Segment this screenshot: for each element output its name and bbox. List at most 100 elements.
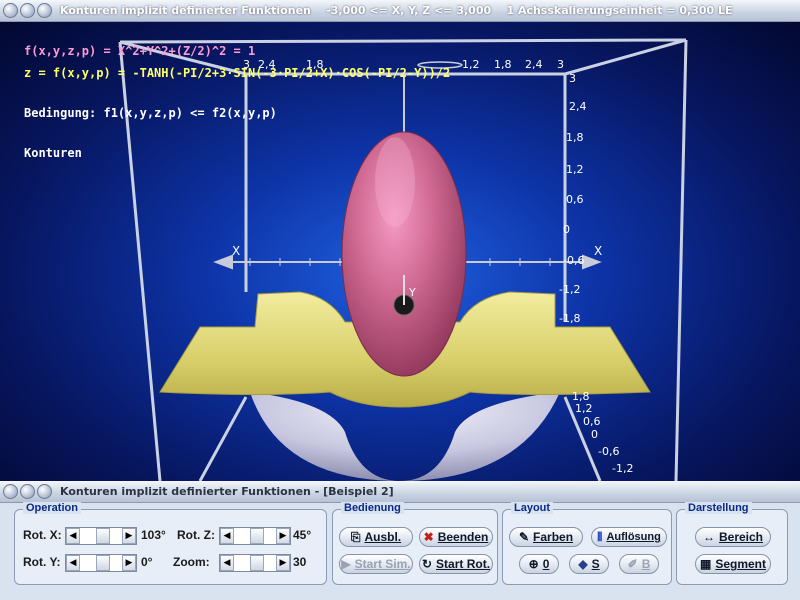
condition-text: Bedingung: f1(x,y,z,p) <= f2(x,y,p) bbox=[24, 106, 277, 120]
rot-x-label: Rot. X: bbox=[23, 528, 62, 542]
darstellung-group-label: Darstellung bbox=[685, 502, 752, 514]
close-window-button[interactable] bbox=[3, 3, 18, 18]
table-icon: ▦ bbox=[699, 557, 712, 571]
layout-group: Layout ✎ Farben ⦀ Auflösung ⊕ 0 ◆ S ✐ B bbox=[502, 502, 672, 585]
right-tick: 0,6 bbox=[583, 415, 601, 428]
top-tick: 1,8 bbox=[306, 58, 324, 71]
beenden-label: Beenden bbox=[437, 530, 489, 544]
panel-title-bar[interactable]: Konturen implizit definierter Funktionen… bbox=[0, 481, 800, 503]
rot-x-slider[interactable]: ◀ ▶ bbox=[65, 527, 137, 545]
top-tick: 1,8 bbox=[494, 58, 512, 71]
rot-z-value: 45° bbox=[293, 528, 312, 542]
start-sim-label: Start Sim. bbox=[354, 557, 411, 571]
farben-button[interactable]: ✎ Farben bbox=[509, 527, 583, 547]
right-tick: 2,4 bbox=[569, 100, 587, 113]
x-axis-label-right: X bbox=[594, 244, 603, 258]
panel-maximize-button[interactable] bbox=[37, 484, 52, 499]
right-tick: -0,6 bbox=[598, 445, 620, 458]
right-tick: -1,2 bbox=[559, 283, 581, 296]
beenden-button[interactable]: ✖ Beenden bbox=[419, 527, 493, 547]
window-title: Konturen implizit definierter Funktionen… bbox=[60, 4, 733, 17]
rot-z-thumb[interactable] bbox=[250, 528, 264, 544]
aufloesung-label: Auflösung bbox=[606, 531, 661, 543]
crosshair-icon: ⊕ bbox=[528, 557, 539, 571]
farben-label: Farben bbox=[533, 530, 574, 544]
b-label: B bbox=[641, 557, 651, 571]
plot-canvas[interactable]: f(x,y,z,p) = X^2+Y^2+(Z/2)^2 = 1 z = f(x… bbox=[0, 22, 800, 481]
s-label: S bbox=[591, 557, 600, 571]
layout-group-label: Layout bbox=[511, 502, 554, 514]
panel-minimize-button[interactable] bbox=[20, 484, 35, 499]
rot-y-decrement-icon[interactable]: ◀ bbox=[66, 555, 80, 571]
top-tick: 2,4 bbox=[525, 58, 543, 71]
window-controls bbox=[3, 3, 52, 18]
rot-y-value: 0° bbox=[141, 555, 153, 569]
eraser-icon: ◆ bbox=[578, 557, 588, 571]
rot-y-increment-icon[interactable]: ▶ bbox=[122, 555, 136, 571]
resolution-icon: ⦀ bbox=[597, 529, 603, 544]
zoom-decrement-icon[interactable]: ◀ bbox=[220, 555, 234, 571]
rot-z-label: Rot. Z: bbox=[177, 528, 215, 542]
start-sim-button[interactable]: ▶ Start Sim. bbox=[339, 554, 413, 574]
right-tick: -1,8 bbox=[559, 312, 581, 325]
s-button[interactable]: ◆ S bbox=[569, 554, 609, 574]
zoom-label: Zoom: bbox=[173, 555, 210, 569]
formula-f: f(x,y,z,p) = X^2+Y^2+(Z/2)^2 = 1 bbox=[24, 44, 256, 58]
maximize-window-button[interactable] bbox=[37, 3, 52, 18]
rot-y-slider[interactable]: ◀ ▶ bbox=[65, 554, 137, 572]
top-tick: 3 bbox=[243, 58, 250, 71]
right-tick: 0,6 bbox=[566, 193, 584, 206]
paint-brush-icon: ✎ bbox=[518, 530, 530, 544]
rot-x-increment-icon[interactable]: ▶ bbox=[122, 528, 136, 544]
panel-close-button[interactable] bbox=[3, 484, 18, 499]
origin-button[interactable]: ⊕ 0 bbox=[519, 554, 559, 574]
zoom-slider[interactable]: ◀ ▶ bbox=[219, 554, 291, 572]
rot-y-thumb[interactable] bbox=[96, 555, 110, 571]
bedienung-group: Bedienung ⎘ Ausbl. ✖ Beenden ▶ Start Sim. ↻… bbox=[332, 502, 498, 585]
right-tick: -1,2 bbox=[612, 462, 634, 475]
aufloesung-button[interactable]: ⦀ Auflösung bbox=[591, 527, 667, 547]
right-tick: -0,6 bbox=[563, 254, 585, 267]
close-icon: ✖ bbox=[423, 530, 434, 544]
x-axis-label-left: X bbox=[232, 244, 241, 258]
top-tick: 1,2 bbox=[462, 58, 480, 71]
rot-y-label: Rot. Y: bbox=[23, 555, 61, 569]
mode-text: Konturen bbox=[24, 146, 82, 160]
bereich-button[interactable]: ↔ Bereich bbox=[695, 527, 771, 547]
rot-x-thumb[interactable] bbox=[96, 528, 110, 544]
play-icon: ▶ bbox=[341, 557, 351, 571]
b-button[interactable]: ✐ B bbox=[619, 554, 659, 574]
rot-x-decrement-icon[interactable]: ◀ bbox=[66, 528, 80, 544]
right-tick: 0 bbox=[591, 428, 598, 441]
main-title-bar[interactable]: Konturen implizit definierter Funktionen… bbox=[0, 0, 800, 22]
segment-button[interactable]: ▦ Segment bbox=[695, 554, 771, 574]
right-tick: 3 bbox=[569, 72, 576, 85]
pencil-icon: ✐ bbox=[627, 557, 638, 571]
control-panel: Operation Rot. X: ◀ ▶ 103° Rot. Z: ◀ ▶ 4… bbox=[0, 502, 800, 600]
origin-label: 0 bbox=[542, 557, 550, 571]
zoom-thumb[interactable] bbox=[250, 555, 264, 571]
right-tick: 1,2 bbox=[566, 163, 584, 176]
zoom-increment-icon[interactable]: ▶ bbox=[276, 555, 290, 571]
start-rot-button[interactable]: ↻ Start Rot. bbox=[419, 554, 493, 574]
start-rot-label: Start Rot. bbox=[436, 557, 491, 571]
bereich-label: Bereich bbox=[718, 530, 764, 544]
rot-z-slider[interactable]: ◀ ▶ bbox=[219, 527, 291, 545]
formula-z: z = f(x,y,p) = -TANH(-PI/2+3·SIN(-3·PI/2… bbox=[24, 66, 451, 80]
rot-z-decrement-icon[interactable]: ◀ bbox=[220, 528, 234, 544]
right-tick: 0 bbox=[563, 223, 570, 236]
top-tick: 2,4 bbox=[258, 58, 276, 71]
ausbl-button[interactable]: ⎘ Ausbl. bbox=[339, 527, 413, 547]
rot-x-value: 103° bbox=[141, 528, 166, 542]
panel-title: Konturen implizit definierter Funktionen… bbox=[60, 485, 394, 498]
operation-group: Operation Rot. X: ◀ ▶ 103° Rot. Z: ◀ ▶ 4… bbox=[14, 502, 327, 585]
right-tick: 1,2 bbox=[575, 402, 593, 415]
operation-group-label: Operation bbox=[23, 502, 81, 514]
ellipsoid-highlight bbox=[375, 137, 415, 227]
rot-z-increment-icon[interactable]: ▶ bbox=[276, 528, 290, 544]
rotate-icon: ↻ bbox=[421, 557, 433, 571]
zoom-value: 30 bbox=[293, 555, 307, 569]
minimize-window-button[interactable] bbox=[20, 3, 35, 18]
segment-label: Segment bbox=[715, 557, 767, 571]
darstellung-group: Darstellung ↔ Bereich ▦ Segment bbox=[676, 502, 788, 585]
